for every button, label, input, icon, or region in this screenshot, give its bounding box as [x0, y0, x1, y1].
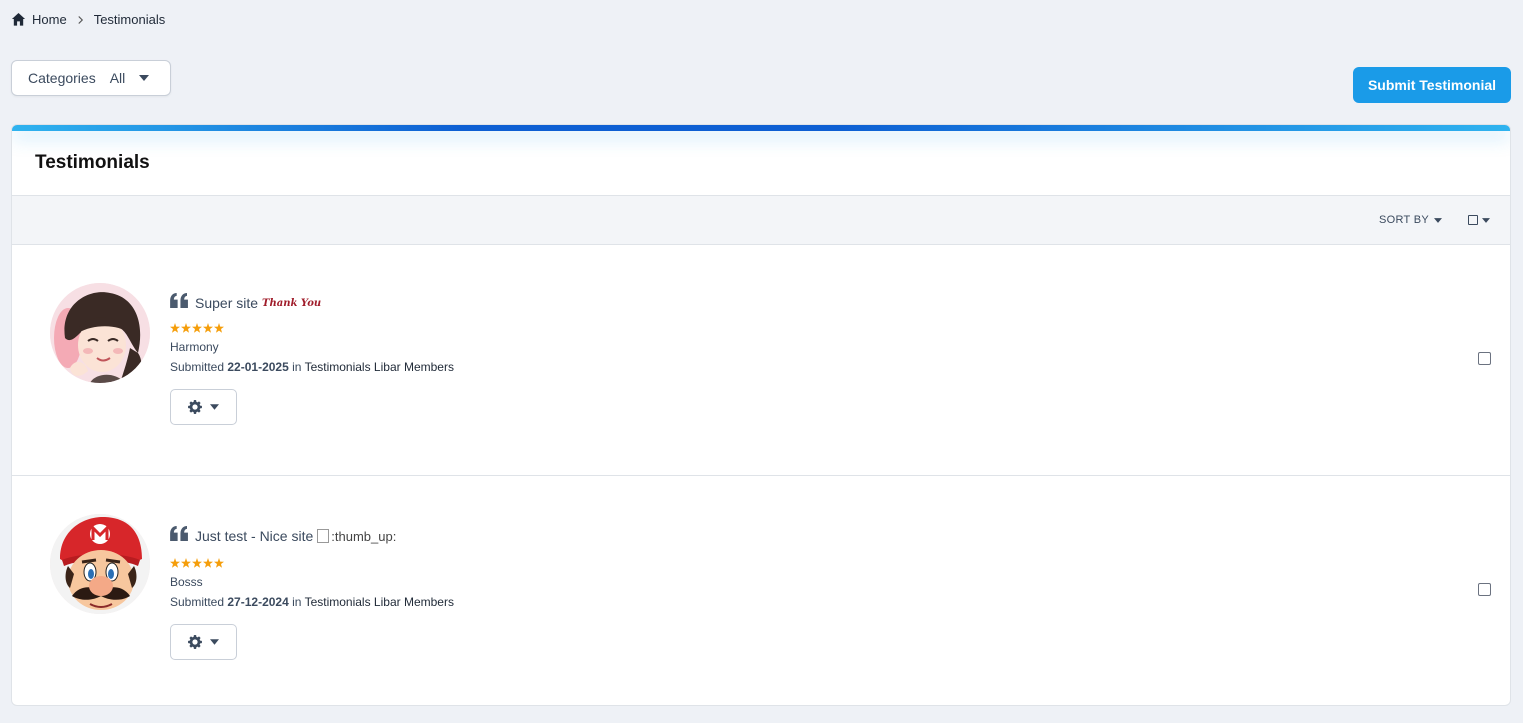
testimonials-panel: Testimonials SORT BY Super site Thank Yo… [11, 124, 1511, 706]
star-icon [203, 323, 213, 333]
in-label: in [292, 595, 302, 609]
broken-image-icon [317, 529, 330, 543]
thank-you-emoji: Thank You [262, 297, 322, 309]
testimonial-item: Just test - Nice site :thumb_up: Bosss S… [12, 476, 1510, 705]
categories-value: All [109, 70, 126, 86]
panel-title: Testimonials [35, 152, 150, 173]
star-icon [214, 558, 224, 568]
categories-dropdown[interactable]: Categories All [11, 60, 171, 96]
caret-down-icon [1482, 217, 1490, 223]
item-select-checkbox[interactable] [1478, 352, 1491, 365]
testimonial-meta: Submitted 22-01-2025 in Testimonials Lib… [170, 360, 454, 374]
category-link[interactable]: Testimonials Libar Members [305, 595, 454, 609]
testimonial-author[interactable]: Harmony [170, 340, 454, 354]
sort-by-button[interactable]: SORT BY [1379, 214, 1442, 226]
select-all-toggle[interactable] [1468, 215, 1490, 225]
categories-label: Categories [28, 70, 96, 86]
testimonial-content: Just test - Nice site :thumb_up: Bosss S… [170, 525, 454, 660]
star-icon [203, 558, 213, 568]
submit-testimonial-button[interactable]: Submit Testimonial [1353, 67, 1511, 103]
caret-down-icon [210, 404, 219, 410]
star-icon [170, 558, 180, 568]
category-link[interactable]: Testimonials Libar Members [305, 360, 454, 374]
item-actions-button[interactable] [170, 624, 237, 660]
sort-by-label: SORT BY [1379, 214, 1429, 226]
submitted-date: 22-01-2025 [227, 360, 289, 374]
testimonial-content: Super site Thank You Harmony Submitted 2… [170, 292, 454, 425]
in-label: in [292, 360, 302, 374]
star-rating [170, 323, 454, 333]
breadcrumb-home-link[interactable]: Home [32, 12, 67, 27]
testimonial-quote: Just test - Nice site :thumb_up: [170, 525, 454, 546]
star-icon [181, 558, 191, 568]
select-all-checkbox[interactable] [1468, 215, 1478, 225]
star-rating [170, 558, 454, 568]
sort-bar: SORT BY [12, 195, 1510, 245]
home-icon[interactable] [11, 12, 26, 27]
caret-down-icon [139, 75, 150, 81]
star-icon [192, 323, 202, 333]
image-alt-text: :thumb_up: [331, 528, 397, 544]
testimonial-meta: Submitted 27-12-2024 in Testimonials Lib… [170, 595, 454, 609]
star-icon [214, 323, 224, 333]
gear-icon [188, 400, 202, 414]
quote-icon [170, 292, 189, 308]
caret-down-icon [1434, 217, 1442, 223]
item-actions-button[interactable] [170, 389, 237, 425]
star-icon [181, 323, 191, 333]
quote-icon [170, 525, 189, 541]
caret-down-icon [210, 639, 219, 645]
avatar[interactable] [50, 283, 150, 383]
testimonial-item: Super site Thank You Harmony Submitted 2… [12, 245, 1510, 476]
testimonial-author[interactable]: Bosss [170, 575, 454, 589]
submitted-date: 27-12-2024 [227, 595, 289, 609]
breadcrumb-current: Testimonials [93, 12, 166, 27]
avatar[interactable] [50, 514, 150, 614]
item-select-checkbox[interactable] [1478, 583, 1491, 596]
star-icon [170, 323, 180, 333]
submitted-label: Submitted [170, 360, 225, 374]
gear-icon [188, 635, 202, 649]
chevron-right-icon [77, 15, 84, 25]
testimonial-quote: Super site Thank You [170, 292, 454, 311]
breadcrumb: Home Testimonials [11, 12, 165, 27]
submitted-label: Submitted [170, 595, 225, 609]
star-icon [192, 558, 202, 568]
testimonial-text: Just test - Nice site [195, 528, 314, 544]
broken-image-thumb-up: :thumb_up: [317, 526, 396, 546]
testimonial-text: Super site [195, 295, 259, 311]
